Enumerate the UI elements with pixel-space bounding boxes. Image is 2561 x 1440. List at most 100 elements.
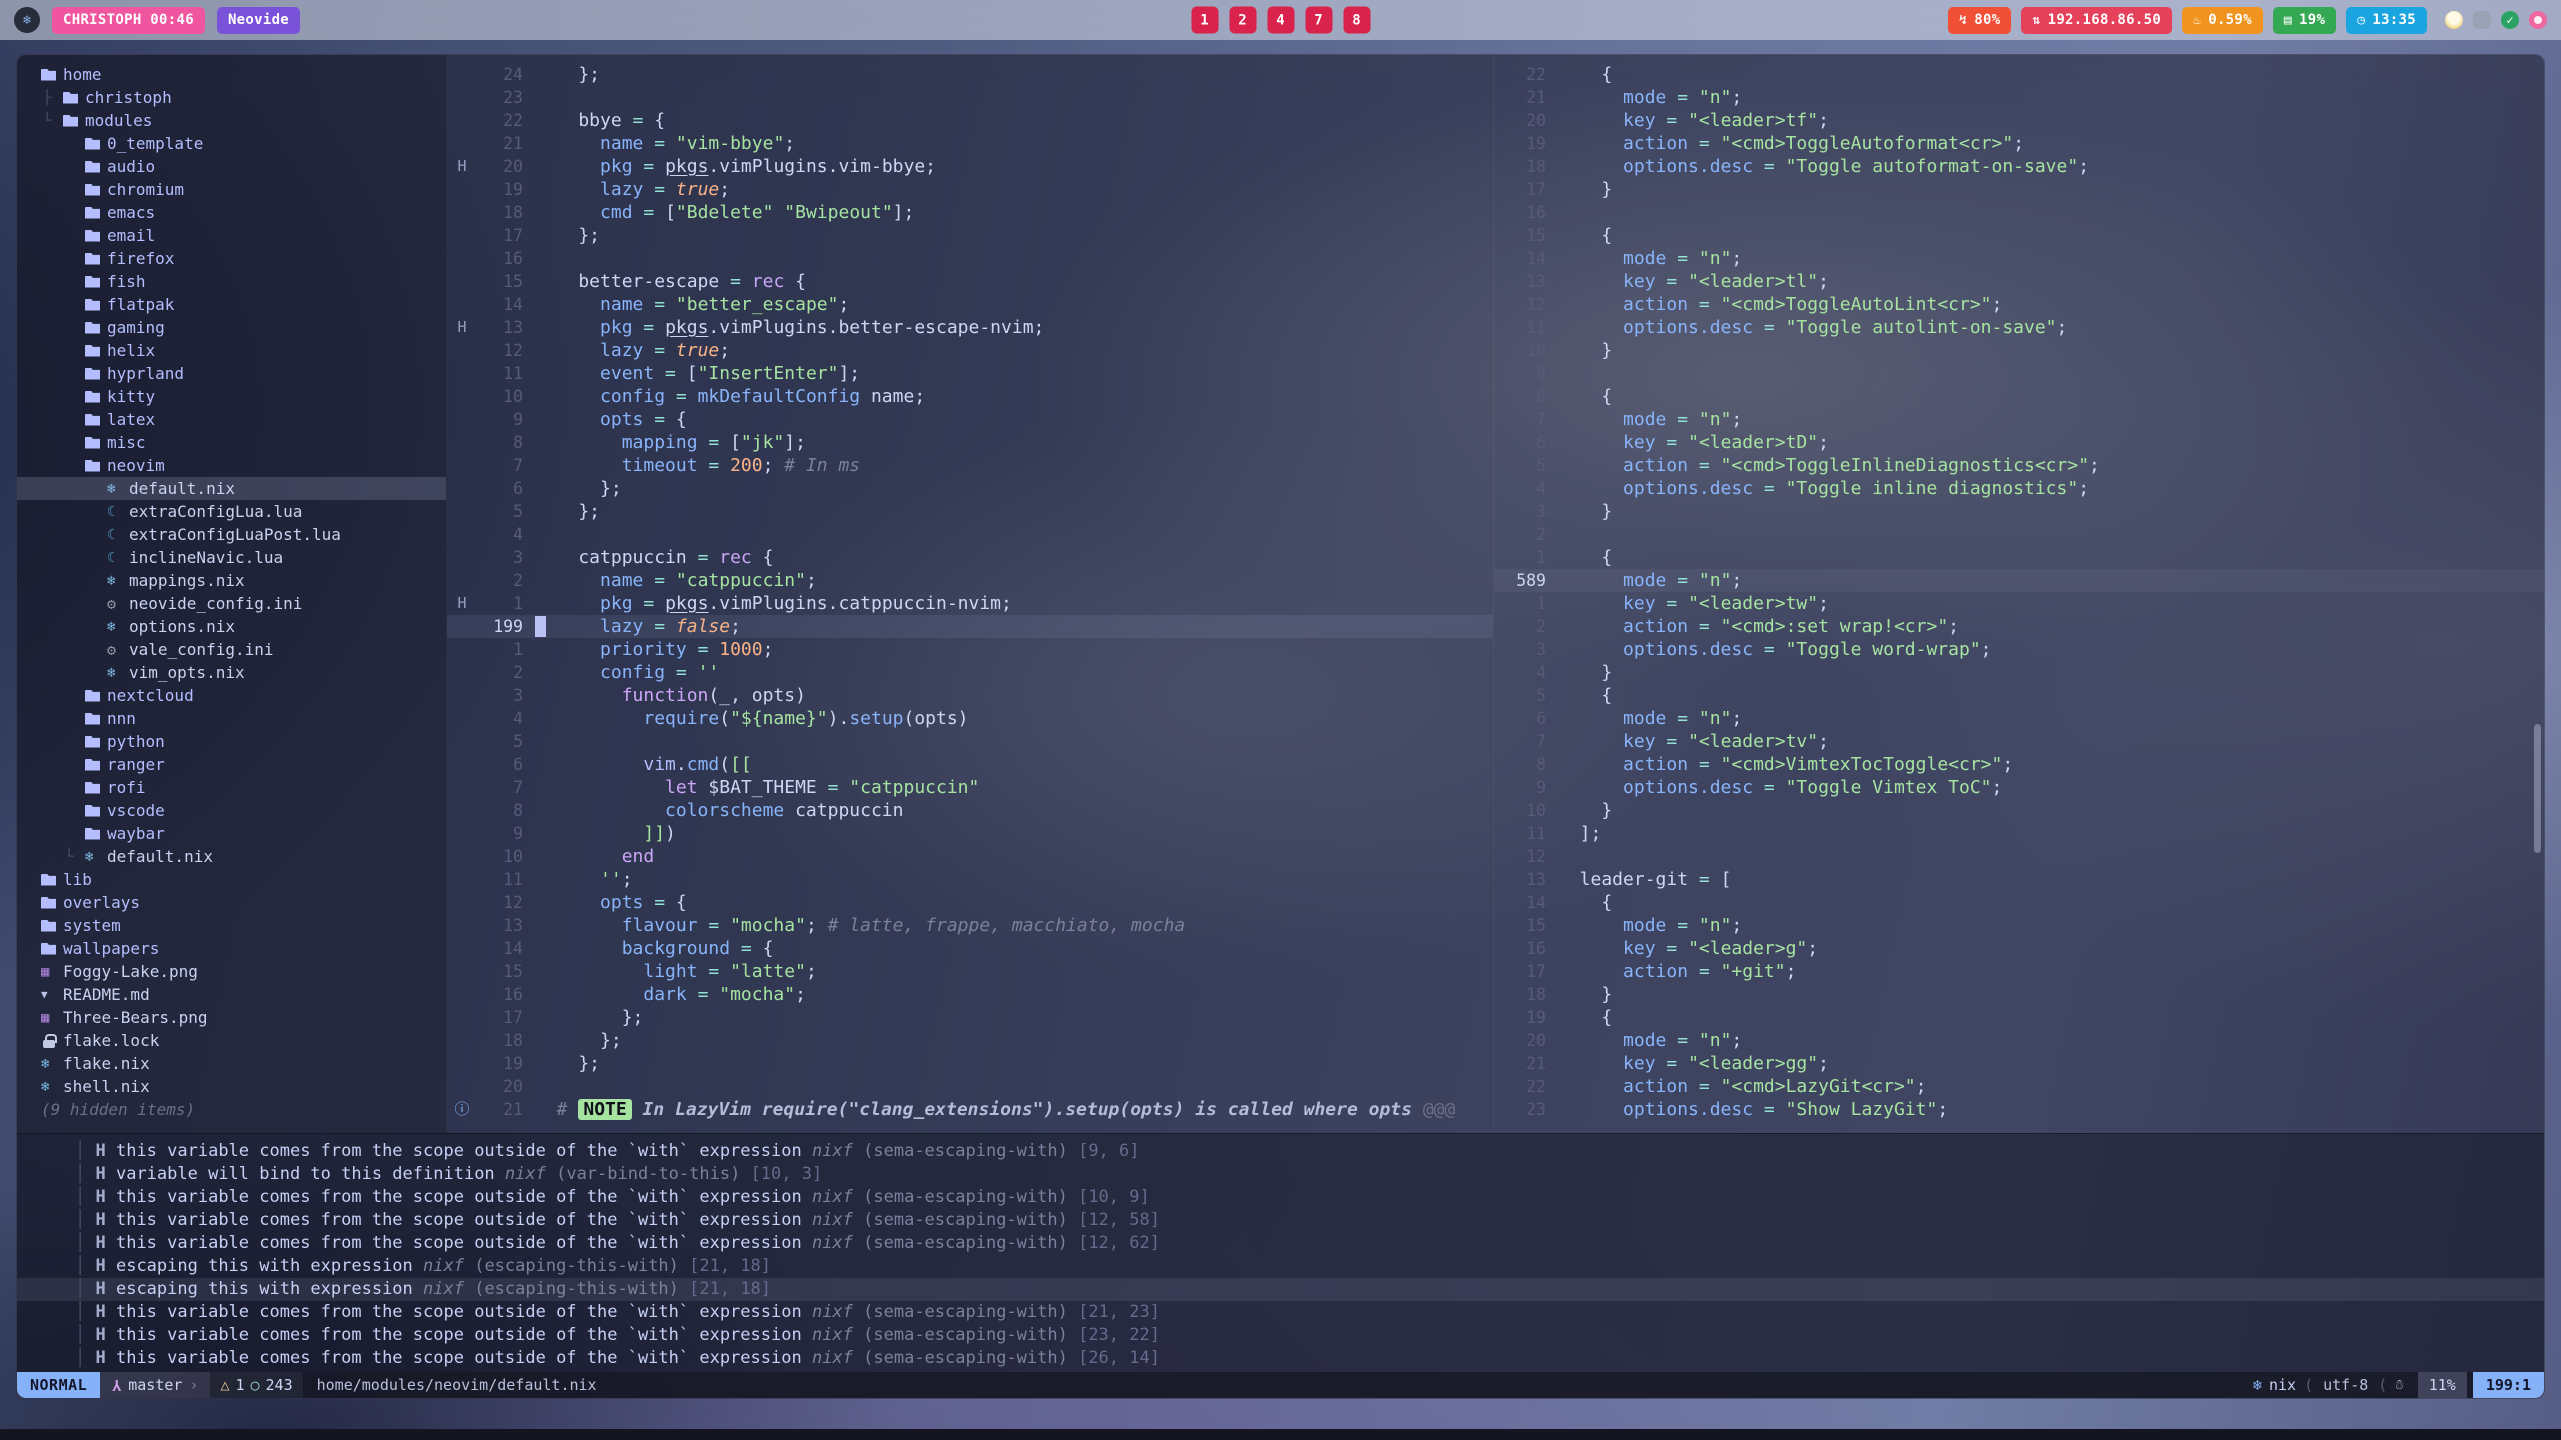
code-line[interactable]: 11 options.desc = "Toggle autolint-on-sa… [1494, 316, 2544, 339]
code-line[interactable]: 9 options.desc = "Toggle Vimtex ToC"; [1494, 776, 2544, 799]
code-line[interactable]: 9 [1494, 362, 2544, 385]
tree-item[interactable]: fish [17, 270, 446, 293]
code-line[interactable]: 13 flavour = "mocha"; # latte, frappe, m… [447, 914, 1493, 937]
tree-item[interactable]: ❄flake.nix [17, 1052, 446, 1075]
code-line[interactable]: 16 dark = "mocha"; [447, 983, 1493, 1006]
tree-item[interactable]: ranger [17, 753, 446, 776]
tree-item[interactable]: ❄mappings.nix [17, 569, 446, 592]
diagnostic-item[interactable]: │ H this variable comes from the scope o… [17, 1347, 2544, 1370]
code-line[interactable]: 23 options.desc = "Show LazyGit"; [1494, 1098, 2544, 1121]
code-line[interactable]: 16 [447, 247, 1493, 270]
settings-chip-icon[interactable] [2473, 11, 2491, 29]
code-line[interactable]: 3 function(_, opts) [447, 684, 1493, 707]
code-line[interactable]: H13 pkg = pkgs.vimPlugins.better-escape-… [447, 316, 1493, 339]
code-line[interactable]: 14 { [1494, 891, 2544, 914]
code-line[interactable]: 22 { [1494, 63, 2544, 86]
tree-item[interactable]: helix [17, 339, 446, 362]
code-line[interactable]: 20 mode = "n"; [1494, 1029, 2544, 1052]
tree-item[interactable]: misc [17, 431, 446, 454]
code-line[interactable]: 8 { [1494, 385, 2544, 408]
recording-dot-icon[interactable] [2529, 11, 2547, 29]
tree-item[interactable]: flake.lock [17, 1029, 446, 1052]
file-explorer[interactable]: home├christoph└modules0_templateaudiochr… [17, 55, 447, 1133]
code-line[interactable]: 17 }; [447, 224, 1493, 247]
code-line[interactable]: 2 action = "<cmd>:set wrap!<cr>"; [1494, 615, 2544, 638]
tree-item[interactable]: flatpak [17, 293, 446, 316]
tree-item[interactable]: └modules [17, 109, 446, 132]
code-line[interactable]: 12 action = "<cmd>ToggleAutoLint<cr>"; [1494, 293, 2544, 316]
diagnostics-panel[interactable]: │ H this variable comes from the scope o… [17, 1133, 2544, 1372]
code-line[interactable]: 9 opts = { [447, 408, 1493, 431]
tree-item[interactable]: waybar [17, 822, 446, 845]
diagnostic-item[interactable]: │ H this variable comes from the scope o… [17, 1209, 2544, 1232]
code-line[interactable]: 21 key = "<leader>gg"; [1494, 1052, 2544, 1075]
code-line[interactable]: 12 [1494, 845, 2544, 868]
code-line[interactable]: 199 lazy = false; [447, 615, 1493, 638]
scrollbar-thumb[interactable] [2534, 724, 2541, 853]
code-line[interactable]: 4 options.desc = "Toggle inline diagnost… [1494, 477, 2544, 500]
code-line[interactable]: 13 key = "<leader>tl"; [1494, 270, 2544, 293]
status-check-icon[interactable]: ✓ [2501, 11, 2519, 29]
code-line[interactable]: 8 action = "<cmd>VimtexTocToggle<cr>"; [1494, 753, 2544, 776]
code-line[interactable]: 22 action = "<cmd>LazyGit<cr>"; [1494, 1075, 2544, 1098]
code-line[interactable]: 5 { [1494, 684, 2544, 707]
lightbulb-icon[interactable] [2445, 11, 2463, 29]
code-line[interactable]: 2 [1494, 523, 2544, 546]
code-line[interactable]: 19 action = "<cmd>ToggleAutoformat<cr>"; [1494, 132, 2544, 155]
tree-item[interactable]: ▦Foggy-Lake.png [17, 960, 446, 983]
code-line[interactable]: 2 name = "catppuccin"; [447, 569, 1493, 592]
code-line[interactable]: 18 options.desc = "Toggle autoformat-on-… [1494, 155, 2544, 178]
tree-item[interactable]: ☾extraConfigLua.lua [17, 500, 446, 523]
code-line[interactable]: 15 mode = "n"; [1494, 914, 2544, 937]
workspace-button[interactable]: 1 [1191, 7, 1218, 34]
tree-item[interactable]: gaming [17, 316, 446, 339]
code-line[interactable]: 6 mode = "n"; [1494, 707, 2544, 730]
code-line[interactable]: 16 [1494, 201, 2544, 224]
tree-item[interactable]: system [17, 914, 446, 937]
diagnostic-item[interactable]: │ H escaping this with expression nixf (… [17, 1278, 2544, 1301]
diagnostics-summary[interactable]: △ 1 ○ 243 [210, 1372, 302, 1398]
code-line[interactable]: ⓘ21 # NOTE In LazyVim require("clang_ext… [447, 1098, 1493, 1121]
code-line[interactable]: 17 } [1494, 178, 2544, 201]
editor-pane-main[interactable]: 24 };2322 bbye = {21 name = "vim-bbye";H… [447, 55, 1493, 1133]
code-line[interactable]: 2 config = '' [447, 661, 1493, 684]
code-line[interactable]: 14 background = { [447, 937, 1493, 960]
code-line[interactable]: 22 bbye = { [447, 109, 1493, 132]
code-line[interactable]: 7 key = "<leader>tv"; [1494, 730, 2544, 753]
code-line[interactable]: 16 key = "<leader>g"; [1494, 937, 2544, 960]
tree-item[interactable]: ├christoph [17, 86, 446, 109]
clock-indicator[interactable]: ◷13:35 [2346, 7, 2427, 34]
code-line[interactable]: 10 config = mkDefaultConfig name; [447, 385, 1493, 408]
diagnostic-item[interactable]: │ H this variable comes from the scope o… [17, 1186, 2544, 1209]
tree-item[interactable]: ▼README.md [17, 983, 446, 1006]
network-indicator[interactable]: ⇅192.168.86.50 [2021, 7, 2172, 34]
code-line[interactable]: 8 colorscheme catppuccin [447, 799, 1493, 822]
tree-item[interactable]: overlays [17, 891, 446, 914]
diagnostic-item[interactable]: │ H this variable comes from the scope o… [17, 1232, 2544, 1255]
code-line[interactable]: 23 [447, 86, 1493, 109]
workspace-button[interactable]: 8 [1343, 7, 1370, 34]
code-line[interactable]: 4 } [1494, 661, 2544, 684]
editor-pane-right[interactable]: 22 {21 mode = "n";20 key = "<leader>tf";… [1493, 55, 2544, 1133]
code-line[interactable]: 5 action = "<cmd>ToggleInlineDiagnostics… [1494, 454, 2544, 477]
code-line[interactable]: 589 mode = "n"; [1494, 569, 2544, 592]
code-line[interactable]: 14 mode = "n"; [1494, 247, 2544, 270]
tree-item[interactable]: firefox [17, 247, 446, 270]
code-line[interactable]: 19 lazy = true; [447, 178, 1493, 201]
tree-item[interactable]: home [17, 63, 446, 86]
code-line[interactable]: 5 }; [447, 500, 1493, 523]
workspace-button[interactable]: 2 [1229, 7, 1256, 34]
code-line[interactable]: 3 } [1494, 500, 2544, 523]
scrollbar[interactable] [2534, 55, 2541, 1133]
code-line[interactable]: 6 vim.cmd([[ [447, 753, 1493, 776]
tree-item[interactable]: ❄default.nix [17, 477, 446, 500]
tree-item[interactable]: email [17, 224, 446, 247]
tree-item[interactable]: ⚙vale_config.ini [17, 638, 446, 661]
code-line[interactable]: 3 options.desc = "Toggle word-wrap"; [1494, 638, 2544, 661]
tree-item[interactable]: chromium [17, 178, 446, 201]
code-line[interactable]: 19 { [1494, 1006, 2544, 1029]
code-line[interactable]: 12 opts = { [447, 891, 1493, 914]
code-line[interactable]: 14 name = "better_escape"; [447, 293, 1493, 316]
code-line[interactable]: 6 key = "<leader>tD"; [1494, 431, 2544, 454]
os-logo-icon[interactable]: ❄ [14, 7, 40, 33]
